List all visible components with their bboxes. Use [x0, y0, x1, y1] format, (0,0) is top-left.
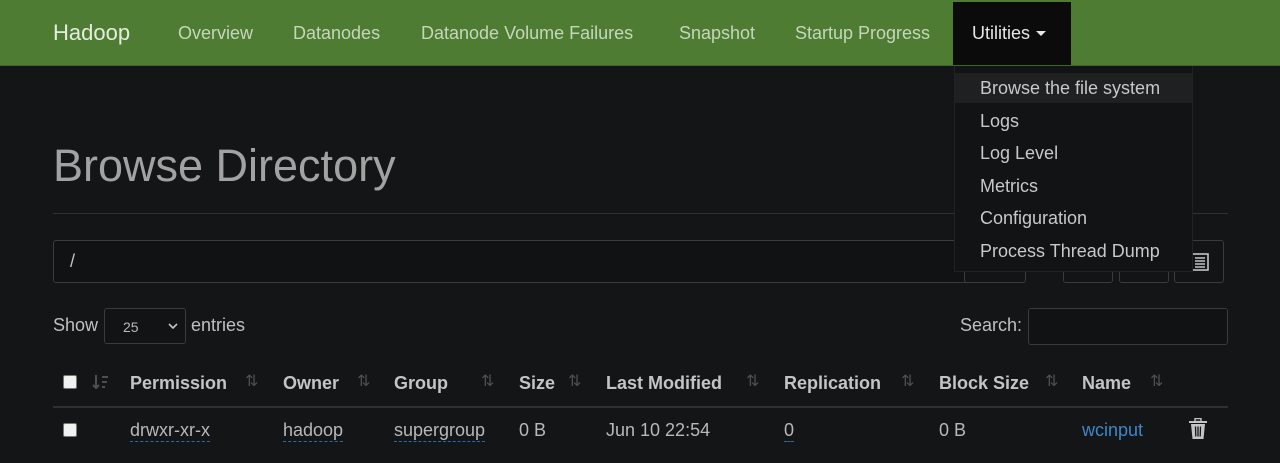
column-header-permission[interactable]: Permission [130, 373, 227, 394]
brand-logo[interactable]: Hadoop [53, 20, 130, 46]
menu-item-metrics[interactable]: Metrics [955, 171, 1192, 201]
directory-path-input[interactable]: / [53, 240, 1025, 283]
entries-label: entries [191, 315, 246, 335]
nav-startup-progress[interactable]: Startup Progress [795, 23, 930, 44]
cell-owner[interactable]: hadoop [283, 420, 344, 442]
show-label: Show [53, 315, 99, 335]
column-header-group[interactable]: Group [394, 373, 448, 394]
nav-utilities-dropdown-toggle[interactable]: Utilities [972, 23, 1047, 44]
column-header-size[interactable]: Size [519, 373, 555, 394]
navbar: Hadoop Overview Datanodes Datanode Volum… [0, 0, 1280, 66]
nav-snapshot[interactable]: Snapshot [679, 23, 755, 44]
cell-size: 0 B [519, 420, 547, 440]
cell-name-link[interactable]: wcinput [1082, 420, 1143, 441]
nav-overview[interactable]: Overview [178, 23, 253, 44]
menu-item-logs[interactable]: Logs [955, 106, 1192, 136]
menu-item-process-thread-dump[interactable]: Process Thread Dump [955, 236, 1192, 266]
cell-replication[interactable]: 0 [784, 420, 795, 442]
row-checkbox[interactable] [63, 423, 77, 437]
nav-utilities-label: Utilities [972, 23, 1031, 43]
nav-datanode-volume-failures[interactable]: Datanode Volume Failures [421, 23, 633, 44]
table-header-divider [53, 406, 1228, 408]
column-header-name[interactable]: Name [1082, 373, 1131, 394]
sort-icon[interactable]: ⇅ [245, 371, 258, 391]
sort-icon[interactable] [92, 373, 110, 391]
caret-down-icon [1036, 30, 1047, 36]
cell-block-size: 0 B [939, 420, 967, 440]
nav-datanodes[interactable]: Datanodes [293, 23, 380, 44]
select-all-checkbox[interactable] [63, 375, 77, 389]
column-header-last-modified[interactable]: Last Modified [606, 373, 722, 394]
sort-icon[interactable]: ⇅ [357, 371, 370, 391]
page-title: Browse Directory [53, 140, 396, 191]
sort-icon[interactable]: ⇅ [901, 371, 914, 391]
column-header-replication[interactable]: Replication [784, 373, 881, 394]
cell-permission[interactable]: drwxr-xr-x [130, 420, 210, 442]
sort-icon[interactable]: ⇅ [481, 371, 494, 391]
list-icon [1191, 253, 1209, 271]
utilities-dropdown-menu: Browse the file system Logs Log Level Me… [954, 66, 1193, 272]
cell-last-modified: Jun 10 22:54 [606, 420, 711, 440]
trash-icon[interactable] [1188, 418, 1208, 440]
menu-item-browse-file-system[interactable]: Browse the file system [955, 73, 1192, 103]
entries-select-value: 25 [123, 319, 139, 335]
sort-icon[interactable]: ⇅ [568, 371, 581, 391]
chevron-down-icon [168, 323, 178, 330]
sort-icon[interactable]: ⇅ [746, 371, 759, 391]
column-header-owner[interactable]: Owner [283, 373, 339, 394]
cell-group[interactable]: supergroup [394, 420, 486, 442]
sort-icon[interactable]: ⇅ [1045, 371, 1058, 391]
search-input[interactable] [1028, 308, 1228, 345]
menu-item-log-level[interactable]: Log Level [955, 138, 1192, 168]
menu-item-configuration[interactable]: Configuration [955, 203, 1192, 233]
search-label: Search: [960, 315, 1023, 335]
sort-icon[interactable]: ⇅ [1150, 371, 1163, 391]
entries-per-page-select[interactable]: 25 [104, 308, 186, 344]
column-header-block-size[interactable]: Block Size [939, 373, 1029, 394]
